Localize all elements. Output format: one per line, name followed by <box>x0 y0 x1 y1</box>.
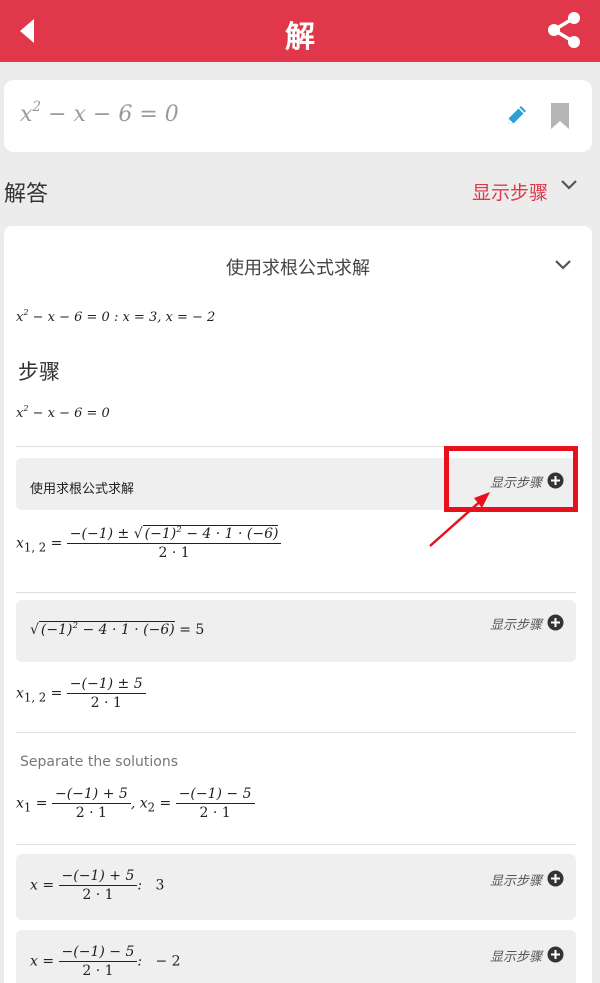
x12-expression: x1, 2 = −(−1) ± 5 2 · 1 <box>16 676 146 711</box>
share-icon[interactable] <box>544 10 584 50</box>
answer-label: 解答 <box>4 182 49 207</box>
chevron-down-icon[interactable] <box>554 256 572 274</box>
sqrt-expression: √ (−1)2 − 4 · 1 · (−6) = 5 <box>30 620 205 638</box>
solution-summary: x2 − x − 6 = 0 : x = 3, x = − 2 <box>16 307 216 325</box>
divider <box>16 844 576 845</box>
plus-circle-icon[interactable] <box>547 614 564 631</box>
step-result-1: x = −(−1) + 5 2 · 1 : 3 显示步骤 <box>16 854 576 920</box>
divider <box>16 732 576 733</box>
quadratic-formula: x1, 2 = −(−1) ± √ (−1)2 − 4 · 1 · (−6) 2 … <box>16 525 282 561</box>
plus-circle-icon[interactable] <box>547 870 564 887</box>
step-label: 使用求根公式求解 <box>30 482 135 497</box>
steps-equation: x2 − x − 6 = 0 <box>16 403 110 421</box>
solution-card: 使用求根公式求解 x2 − x − 6 = 0 : x = 3, x = − 2… <box>4 226 592 983</box>
divider <box>16 592 576 593</box>
result-1-expression: x = −(−1) + 5 2 · 1 : 3 <box>30 868 165 903</box>
annotation-arrow-icon <box>429 492 490 547</box>
show-steps-link[interactable]: 显示步骤 <box>490 614 542 633</box>
show-steps-link[interactable]: 显示步骤 <box>490 946 542 965</box>
show-steps-link[interactable]: 显示步骤 <box>490 870 542 889</box>
answer-show-steps-link[interactable]: 显示步骤 <box>472 178 548 205</box>
equation-input-card[interactable]: x2 − x − 6 = 0 <box>4 80 592 152</box>
bookmark-icon[interactable] <box>550 102 570 130</box>
step-result-2: x = −(−1) − 5 2 · 1 : − 2 显示步骤 <box>16 930 576 983</box>
page-title: 解 <box>285 20 315 55</box>
steps-title: 步骤 <box>18 360 60 384</box>
separate-solutions-label: Separate the solutions <box>20 754 179 770</box>
pencil-edit-icon[interactable] <box>504 102 530 128</box>
step-sqrt: √ (−1)2 − 4 · 1 · (−6) = 5 显示步骤 <box>16 600 576 662</box>
method-title: 使用求根公式求解 <box>226 258 370 279</box>
separated-solutions: x1 = −(−1) + 5 2 · 1 , x2 = −(−1) − 5 2 … <box>16 786 255 821</box>
plus-circle-icon[interactable] <box>547 946 564 963</box>
equation-input[interactable]: x2 − x − 6 = 0 <box>20 99 179 127</box>
chevron-down-icon[interactable] <box>560 176 578 194</box>
result-2-expression: x = −(−1) − 5 2 · 1 : − 2 <box>30 944 181 979</box>
top-app-bar: 解 <box>0 0 600 62</box>
